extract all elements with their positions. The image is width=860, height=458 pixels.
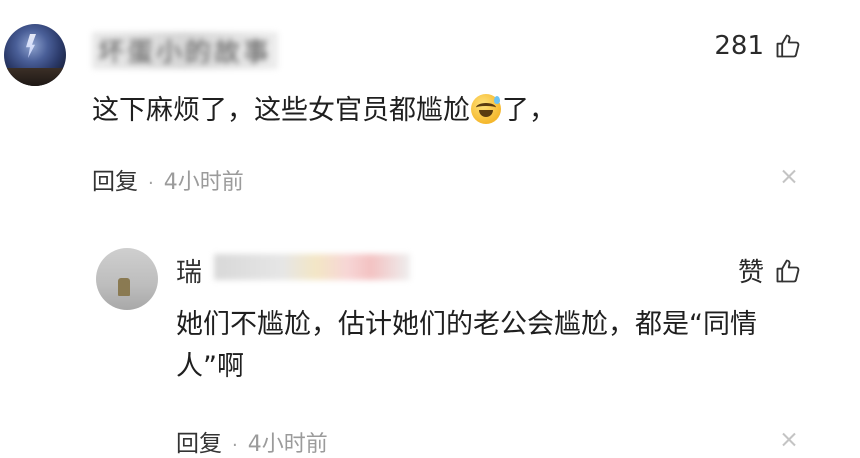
reply-username-visible: 瑞 bbox=[176, 258, 203, 288]
separator: · bbox=[232, 435, 238, 456]
lightning-graphic bbox=[26, 34, 36, 58]
comment-like-button[interactable]: 281 bbox=[714, 31, 802, 61]
reply-username[interactable]: 瑞 bbox=[176, 252, 202, 289]
avatar-figure bbox=[118, 278, 130, 296]
thumbs-up-icon bbox=[776, 34, 800, 58]
avatar[interactable] bbox=[4, 24, 66, 86]
reply-like-button[interactable]: 赞 bbox=[738, 252, 802, 289]
close-icon[interactable] bbox=[782, 432, 796, 446]
like-count: 281 bbox=[714, 31, 764, 61]
close-icon[interactable] bbox=[782, 169, 796, 183]
reply-button[interactable]: 回复 bbox=[176, 431, 222, 457]
timestamp: 4小时前 bbox=[163, 170, 244, 195]
avatar-ground bbox=[4, 68, 66, 86]
thumbs-up-icon bbox=[776, 259, 800, 282]
comment-text-part: 了， bbox=[502, 95, 556, 126]
sweat-smile-emoji-icon bbox=[471, 94, 501, 124]
comment-text-part: 这下麻烦了，这些女官员都尴尬 bbox=[92, 95, 470, 126]
reply-meta: 回复 · 4小时前 bbox=[176, 424, 328, 458]
comment-username[interactable]: 坏蛋小的故事 bbox=[92, 32, 279, 69]
like-label: 赞 bbox=[737, 258, 764, 288]
reply-text: 她们不尴尬，估计她们的老公会尴尬，都是“同情人”啊 bbox=[176, 309, 757, 382]
comment-text: 这下麻烦了，这些女官员都尴尬 了， bbox=[92, 90, 556, 132]
reply-username-redacted bbox=[214, 254, 410, 280]
reply-avatar[interactable] bbox=[96, 248, 158, 310]
timestamp: 4小时前 bbox=[247, 432, 328, 457]
comment-meta: 回复 · 4小时前 bbox=[92, 162, 244, 196]
separator: · bbox=[148, 173, 154, 194]
reply-button[interactable]: 回复 bbox=[92, 169, 138, 195]
